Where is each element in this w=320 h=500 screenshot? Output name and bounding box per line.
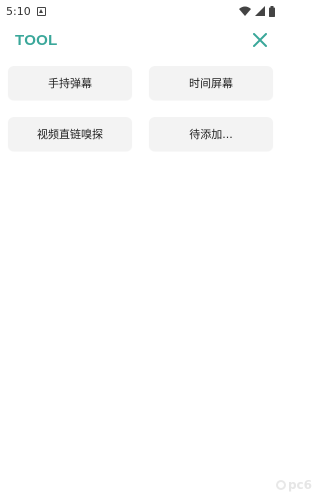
close-icon (253, 33, 267, 47)
notification-icon (36, 6, 46, 16)
watermark-text: pc6 (287, 478, 312, 492)
tool-button-time-screen[interactable]: 时间屏幕 (149, 66, 273, 100)
status-left: 5:10 (6, 5, 46, 18)
tool-button-placeholder[interactable]: 待添加... (149, 117, 273, 151)
tool-button-handheld-danmaku[interactable]: 手持弹幕 (8, 66, 132, 100)
header: TOOL (0, 26, 281, 54)
status-right (239, 5, 275, 17)
signal-icon (255, 6, 265, 16)
battery-icon (269, 5, 275, 17)
page-title: TOOL (15, 31, 58, 49)
tool-button-video-link-sniff[interactable]: 视频直链嗅探 (8, 117, 132, 151)
close-button[interactable] (248, 28, 272, 52)
status-bar: 5:10 (0, 0, 281, 22)
tool-grid: 手持弹幕 时间屏幕 视频直链嗅探 待添加... (8, 66, 273, 151)
watermark: pc6 (275, 478, 312, 492)
status-time: 5:10 (6, 4, 31, 18)
watermark-logo-icon (275, 480, 286, 490)
wifi-icon (239, 6, 251, 16)
